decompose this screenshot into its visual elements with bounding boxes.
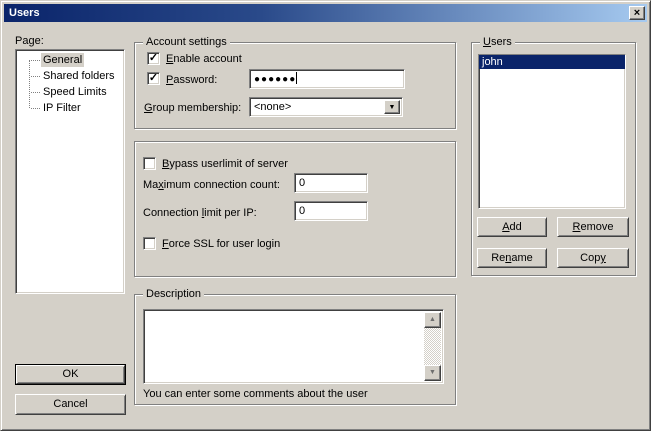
password-value: ●●●●●● <box>254 74 296 85</box>
description-hint: You can enter some comments about the us… <box>143 388 368 400</box>
page-tree[interactable]: General Shared folders Speed Limits IP F… <box>15 49 125 294</box>
force-ssl-checkbox[interactable] <box>143 237 156 250</box>
account-settings-title: Account settings <box>143 36 230 48</box>
tree-item-speed-limits[interactable]: Speed Limits <box>18 84 122 100</box>
scroll-down-button[interactable]: ▼ <box>424 365 441 381</box>
description-title: Description <box>143 288 204 300</box>
tree-item-label[interactable]: Shared folders <box>41 69 117 83</box>
description-textarea[interactable]: ▲ ▼ <box>143 309 444 384</box>
max-connection-label: Maximum connection count: <box>143 179 280 191</box>
max-connection-input[interactable]: 0 <box>294 173 368 193</box>
bypass-userlimit-label[interactable]: Bypass userlimit of server <box>162 158 288 170</box>
group-membership-value: <none> <box>254 101 291 113</box>
check-icon: ✓ <box>149 52 158 64</box>
password-checkbox[interactable]: ✓ <box>147 72 160 85</box>
ip-limit-value: 0 <box>299 205 305 217</box>
close-icon: × <box>634 7 640 19</box>
add-user-button[interactable]: Add <box>477 217 547 237</box>
password-label[interactable]: Password: <box>166 74 217 86</box>
close-button[interactable]: × <box>629 6 645 20</box>
description-value <box>144 313 148 325</box>
bypass-userlimit-checkbox[interactable] <box>143 157 156 170</box>
tree-item-label[interactable]: Speed Limits <box>41 85 109 99</box>
dropdown-button[interactable]: ▼ <box>384 100 400 114</box>
tree-item-ip-filter[interactable]: IP Filter <box>18 100 122 116</box>
window-title: Users <box>9 7 40 19</box>
user-list-item[interactable]: john <box>479 55 625 69</box>
users-group-title: Users <box>480 36 515 48</box>
arrow-down-icon: ▼ <box>429 369 436 376</box>
copy-user-button[interactable]: Copy <box>557 248 629 268</box>
force-ssl-label[interactable]: Force SSL for user login <box>162 238 280 250</box>
tree-item-label[interactable]: General <box>41 53 84 67</box>
title-bar[interactable]: Users × <box>4 4 647 22</box>
arrow-up-icon: ▲ <box>429 316 436 323</box>
enable-account-checkbox[interactable]: ✓ <box>147 52 160 65</box>
ok-button[interactable]: OK <box>16 365 125 384</box>
tree-item-general[interactable]: General <box>18 52 122 68</box>
scroll-up-button[interactable]: ▲ <box>424 312 441 328</box>
ip-limit-input[interactable]: 0 <box>294 201 368 221</box>
tree-item-label[interactable]: IP Filter <box>41 101 83 115</box>
check-icon: ✓ <box>149 72 158 84</box>
page-label: Page: <box>15 35 44 47</box>
group-membership-select[interactable]: <none> ▼ <box>249 97 403 117</box>
enable-account-label[interactable]: Enable account <box>166 53 242 65</box>
group-membership-label: Group membership: <box>144 102 241 114</box>
chevron-down-icon: ▼ <box>389 104 396 111</box>
remove-user-button[interactable]: Remove <box>557 217 629 237</box>
ip-limit-label: Connection limit per IP: <box>143 207 257 219</box>
cancel-button[interactable]: Cancel <box>15 394 126 415</box>
description-scrollbar[interactable]: ▲ ▼ <box>424 312 441 381</box>
text-caret <box>296 72 297 84</box>
users-dialog: Users × Page: General Shared folders Spe… <box>0 0 651 431</box>
tree-item-shared-folders[interactable]: Shared folders <box>18 68 122 84</box>
rename-user-button[interactable]: Rename <box>477 248 547 268</box>
password-input[interactable]: ●●●●●● <box>249 69 405 89</box>
users-list[interactable]: john <box>478 54 626 209</box>
max-connection-value: 0 <box>299 177 305 189</box>
